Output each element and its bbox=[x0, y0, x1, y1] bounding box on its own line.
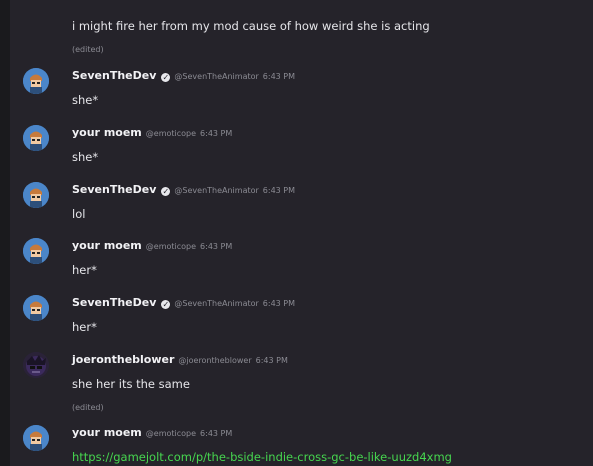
verified-badge-icon: ✓ bbox=[161, 300, 171, 309]
message-header: SevenTheDev ✓ @SevenTheAnimator 6:43 PM bbox=[72, 69, 585, 82]
user-avatar[interactable] bbox=[23, 352, 49, 378]
message-link[interactable]: https://gamejolt.com/p/the-bside-indie-c… bbox=[72, 450, 452, 464]
verified-badge-icon: ✓ bbox=[161, 73, 171, 82]
message-header: SevenTheDev ✓ @SevenTheAnimator 6:43 PM bbox=[72, 183, 585, 196]
author-name[interactable]: SevenTheDev bbox=[72, 296, 156, 309]
edited-label: (edited) bbox=[72, 45, 104, 54]
author-name[interactable]: your moem bbox=[72, 426, 142, 439]
message-text: she* bbox=[72, 150, 99, 164]
message-header: your moem @emoticope 6:43 PM bbox=[72, 426, 585, 439]
author-name[interactable]: your moem bbox=[72, 239, 142, 252]
avatar-image bbox=[23, 352, 49, 378]
timestamp: 6:43 PM bbox=[262, 299, 296, 308]
user-avatar[interactable] bbox=[23, 295, 49, 321]
timestamp: 6:43 PM bbox=[262, 186, 296, 195]
avatar-image bbox=[23, 238, 49, 264]
timestamp: 6:43 PM bbox=[200, 129, 233, 138]
author-handle[interactable]: @emoticope bbox=[146, 129, 196, 138]
edited-label: (edited) bbox=[72, 403, 104, 412]
message-header: SevenTheDev ✓ @SevenTheAnimator 6:43 PM bbox=[72, 296, 585, 309]
author-handle[interactable]: @emoticope bbox=[146, 242, 196, 251]
author-handle[interactable]: @SevenTheAnimator bbox=[174, 186, 258, 195]
message-feed: i might fire her from my mod cause of ho… bbox=[10, 0, 593, 466]
message-text: lol bbox=[72, 207, 86, 221]
left-rail bbox=[0, 0, 10, 466]
user-avatar[interactable] bbox=[23, 182, 49, 208]
avatar-image bbox=[23, 125, 49, 151]
author-handle[interactable]: @SevenTheAnimator bbox=[174, 72, 258, 81]
author-name[interactable]: SevenTheDev bbox=[72, 183, 156, 196]
author-handle[interactable]: @SevenTheAnimator bbox=[174, 299, 258, 308]
verified-badge-icon: ✓ bbox=[161, 187, 171, 196]
timestamp: 6:43 PM bbox=[255, 356, 288, 365]
message-text: she* bbox=[72, 93, 99, 107]
avatar-image bbox=[23, 68, 49, 94]
user-avatar[interactable] bbox=[23, 238, 49, 264]
timestamp: 6:43 PM bbox=[262, 72, 296, 81]
message-text: her* bbox=[72, 320, 97, 334]
message-header: your moem @emoticope 6:43 PM bbox=[72, 126, 585, 139]
avatar-image bbox=[23, 295, 49, 321]
user-avatar[interactable] bbox=[23, 68, 49, 94]
avatar-image bbox=[23, 425, 49, 451]
user-avatar[interactable] bbox=[23, 425, 49, 451]
author-name[interactable]: your moem bbox=[72, 126, 142, 139]
timestamp: 6:43 PM bbox=[200, 429, 233, 438]
message-text: i might fire her from my mod cause of ho… bbox=[72, 19, 430, 33]
avatar-image bbox=[23, 182, 49, 208]
message-text: she her its the same bbox=[72, 377, 190, 391]
author-handle[interactable]: @joerontheblower bbox=[178, 356, 251, 365]
message-text: her* bbox=[72, 263, 97, 277]
author-name[interactable]: SevenTheDev bbox=[72, 69, 156, 82]
author-name[interactable]: joerontheblower bbox=[72, 353, 174, 366]
timestamp: 6:43 PM bbox=[200, 242, 233, 251]
user-avatar[interactable] bbox=[23, 125, 49, 151]
message-header: your moem @emoticope 6:43 PM bbox=[72, 239, 585, 252]
author-handle[interactable]: @emoticope bbox=[146, 429, 196, 438]
message-header: joerontheblower @joerontheblower 6:43 PM bbox=[72, 353, 585, 366]
message-link-row: https://gamejolt.com/p/the-bside-indie-c… bbox=[72, 446, 585, 465]
